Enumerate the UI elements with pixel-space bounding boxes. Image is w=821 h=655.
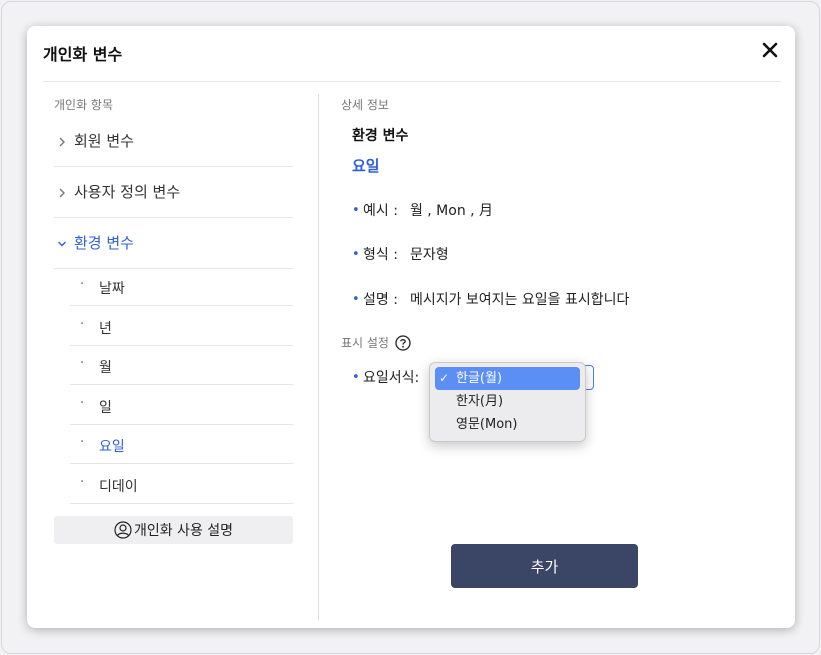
info-key: 설명 :: [363, 292, 398, 308]
usage-guide-button[interactable]: 개인화 사용 설명: [54, 516, 293, 544]
info-example: • 예시 : 월 , Mon , 月: [352, 200, 493, 220]
chevron-down-icon: [57, 235, 67, 247]
sub-item-date[interactable]: · 날짜: [70, 266, 293, 306]
variable-name: 요일: [352, 157, 380, 175]
sub-item-label: 일: [99, 400, 112, 416]
bullet: •: [352, 246, 360, 262]
sub-item-day[interactable]: · 일: [70, 385, 293, 425]
sub-item-label: 월: [99, 360, 112, 376]
category-label: 사용자 정의 변수: [74, 183, 181, 201]
modal-title: 개인화 변수: [43, 45, 123, 64]
section-heading: 환경 변수: [352, 128, 409, 144]
category-environment-variables[interactable]: 환경 변수: [54, 218, 293, 269]
sub-item-year[interactable]: · 년: [70, 306, 293, 346]
personalization-variable-modal: 개인화 변수 개인화 항목 회원 변수 사용자 정의 변수 환경 변수 · 날짜…: [27, 26, 795, 628]
user-circle-icon: [114, 521, 132, 539]
display-settings-caption: 표시 설정: [341, 334, 411, 351]
info-key: 예시 :: [363, 203, 398, 219]
option-korean[interactable]: ✓ 한글(월): [435, 367, 580, 390]
display-settings-label: 표시 설정: [341, 336, 389, 350]
detail-caption: 상세 정보: [341, 98, 389, 112]
usage-guide-label: 개인화 사용 설명: [133, 523, 234, 539]
bullet: •: [352, 291, 360, 307]
sub-item-bullet: ·: [80, 317, 85, 332]
add-button[interactable]: 추가: [451, 544, 638, 588]
panel-divider: [318, 94, 319, 620]
chevron-right-icon: [57, 184, 67, 198]
option-label: 영문(Mon): [456, 417, 518, 432]
category-custom-variables[interactable]: 사용자 정의 변수: [54, 167, 293, 218]
left-panel-caption: 개인화 항목: [54, 98, 114, 112]
info-description: • 설명 : 메시지가 보여지는 요일을 표시합니다: [352, 289, 629, 309]
sub-item-bullet: ·: [80, 356, 85, 371]
sub-item-bullet: ·: [80, 435, 85, 450]
header-divider: [43, 81, 781, 82]
option-label: 한자(月): [456, 394, 504, 409]
option-english[interactable]: 영문(Mon): [435, 413, 580, 436]
close-button[interactable]: [759, 39, 781, 61]
bullet: •: [352, 369, 360, 385]
sub-item-label: 디데이: [99, 479, 138, 495]
sub-item-dday[interactable]: · 디데이: [70, 464, 293, 504]
info-value: 메시지가 보여지는 요일을 표시합니다: [409, 292, 630, 308]
category-label: 환경 변수: [74, 234, 134, 252]
weekday-format-label: 요일서식:: [363, 370, 420, 386]
sub-item-weekday[interactable]: · 요일: [70, 424, 293, 464]
weekday-format-dropdown: ✓ 한글(월) 한자(月) 영문(Mon): [429, 362, 586, 442]
sub-item-bullet: ·: [80, 277, 85, 292]
sub-item-label: 년: [99, 321, 112, 337]
info-value: 월 , Mon , 月: [409, 203, 494, 219]
close-icon: [762, 42, 778, 58]
info-format: • 형식 : 문자형: [352, 244, 449, 264]
info-value: 문자형: [409, 247, 449, 263]
category-member-variables[interactable]: 회원 변수: [54, 116, 293, 167]
bullet: •: [352, 202, 360, 218]
sub-item-label: 날짜: [99, 281, 125, 297]
sub-item-bullet: ·: [80, 475, 85, 490]
checkmark-icon: ✓: [439, 371, 450, 385]
sub-item-label: 요일: [99, 439, 125, 455]
category-label: 회원 변수: [74, 132, 134, 150]
weekday-format-row: • 요일서식:: [352, 367, 419, 387]
info-key: 형식 :: [363, 247, 398, 263]
question-icon[interactable]: [395, 334, 411, 351]
option-label: 한글(월): [456, 371, 503, 386]
chevron-right-icon: [57, 133, 67, 147]
option-hanja[interactable]: 한자(月): [435, 390, 580, 413]
sub-item-bullet: ·: [80, 396, 85, 411]
sub-item-month[interactable]: · 월: [70, 345, 293, 385]
